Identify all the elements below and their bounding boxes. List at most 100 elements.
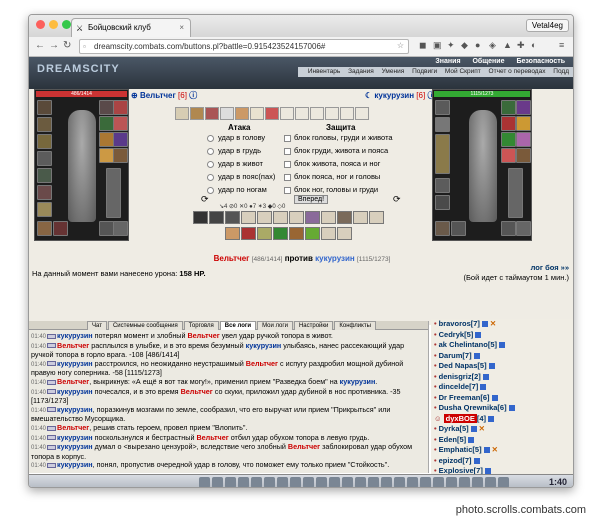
- refresh-icon[interactable]: ⟳: [201, 194, 209, 205]
- toolbar-icon[interactable]: [342, 477, 353, 487]
- scroll-slot[interactable]: [113, 116, 128, 131]
- extension-icon[interactable]: ◈: [489, 40, 496, 51]
- message-author[interactable]: кукурузин: [57, 359, 93, 368]
- toolbar-icon[interactable]: [355, 477, 366, 487]
- player-avatar[interactable]: [68, 110, 96, 222]
- ability-icon[interactable]: [289, 227, 304, 240]
- ability-icon[interactable]: [241, 227, 256, 240]
- defense-option[interactable]: блок головы, груди и живота: [284, 133, 393, 142]
- ability-icon[interactable]: [225, 227, 240, 240]
- scroll-slot[interactable]: [516, 100, 531, 115]
- menu-support[interactable]: Подд: [553, 68, 569, 75]
- tab-all-logs[interactable]: Все логи: [219, 321, 257, 330]
- user-row[interactable]: • Darum[7]: [431, 351, 573, 362]
- helmet-slot[interactable]: [37, 100, 52, 115]
- user-row[interactable]: • Explosive[7]: [431, 466, 573, 474]
- message-target[interactable]: Вельтчег: [181, 387, 213, 396]
- zoom-window-icon[interactable]: [62, 20, 71, 29]
- toolbar-icon[interactable]: [472, 477, 483, 487]
- ability-icon[interactable]: [257, 211, 272, 224]
- menu-my-script[interactable]: Мой Скрипт: [445, 68, 481, 75]
- message-target[interactable]: кукурузин: [340, 377, 376, 386]
- message-author[interactable]: кукурузин: [57, 460, 93, 470]
- toolbar-icon[interactable]: [225, 477, 236, 487]
- menu-feats[interactable]: Подвиги: [412, 68, 437, 75]
- message-target[interactable]: кукурузин: [246, 341, 282, 350]
- helmet-slot[interactable]: [435, 100, 450, 115]
- gloves-slot[interactable]: [53, 221, 68, 236]
- toolbar-icon[interactable]: [212, 477, 223, 487]
- info-icon[interactable]: [483, 447, 490, 454]
- scroll-slot[interactable]: [113, 132, 128, 147]
- user-row[interactable]: • Emphatic[5] ✕: [431, 445, 573, 456]
- refresh-icon[interactable]: ⟳: [393, 194, 401, 205]
- legs-slot[interactable]: [99, 221, 114, 236]
- toolbar-icon[interactable]: [498, 477, 509, 487]
- defense-option[interactable]: блок пояса, ног и головы: [284, 172, 380, 181]
- info-icon[interactable]: [491, 394, 498, 401]
- radio-button[interactable]: [207, 147, 214, 155]
- user-name[interactable]: Darum: [439, 351, 463, 360]
- extension-icon[interactable]: ✚: [517, 40, 525, 51]
- info-icon[interactable]: [468, 436, 475, 443]
- menu-transfer-report[interactable]: Отчет о переводах: [489, 68, 546, 75]
- toolbar-icon[interactable]: [251, 477, 262, 487]
- gamepad-icon[interactable]: ✦: [447, 40, 455, 51]
- scroll-slot[interactable]: [99, 116, 114, 131]
- player-name[interactable]: ⊕ Вельтчег [6] ⓘ: [131, 90, 197, 101]
- effect-icon[interactable]: [265, 107, 279, 120]
- ability-icon[interactable]: [257, 227, 272, 240]
- amulet-slot[interactable]: [37, 117, 52, 132]
- toolbar-icon[interactable]: [368, 477, 379, 487]
- effect-icon[interactable]: [295, 107, 309, 120]
- battle-log-link[interactable]: лог боя »»: [531, 263, 569, 272]
- effect-icon[interactable]: [280, 107, 294, 120]
- user-name[interactable]: denisgriz: [439, 372, 472, 381]
- user-row[interactable]: • ak Chelintano[5]: [431, 340, 573, 351]
- toolbar-icon[interactable]: [459, 477, 470, 487]
- extension-icon[interactable]: ▣: [433, 40, 442, 51]
- attack-option[interactable]: удар в живот: [207, 159, 263, 168]
- info-icon[interactable]: [470, 426, 477, 433]
- minimize-window-icon[interactable]: [49, 20, 58, 29]
- user-row[interactable]: • bravoros[7] ✕: [431, 319, 573, 330]
- scroll-slot[interactable]: [99, 132, 114, 147]
- scroll-slot[interactable]: [516, 148, 531, 163]
- effect-icon[interactable]: [235, 107, 249, 120]
- menu-inventory[interactable]: Инвентарь: [308, 68, 340, 75]
- profile-button[interactable]: Vetal4eg: [525, 19, 569, 32]
- toolbar-icon[interactable]: [407, 477, 418, 487]
- extension-icon[interactable]: ◼: [419, 40, 426, 51]
- info-icon[interactable]: [480, 384, 487, 391]
- user-name[interactable]: Ded Napas: [439, 361, 478, 370]
- user-name[interactable]: Cedryk: [439, 330, 464, 339]
- scroll-slot[interactable]: [501, 100, 516, 115]
- scroll-slot[interactable]: [99, 100, 114, 115]
- user-row[interactable]: • epizod[7]: [431, 456, 573, 467]
- armor-slot[interactable]: [37, 151, 52, 166]
- radio-button[interactable]: [207, 173, 214, 181]
- user-row[interactable]: • denisgriz[2]: [431, 372, 573, 383]
- url-field[interactable]: ▫ dreamscity.combats.com/buttons.pl?batt…: [79, 39, 409, 54]
- user-name[interactable]: Emphatic: [439, 445, 473, 454]
- message-author[interactable]: кукурузин: [57, 387, 93, 396]
- toolbar-icon[interactable]: [381, 477, 392, 487]
- boots-slot[interactable]: [37, 221, 52, 236]
- boots-slot[interactable]: [435, 221, 450, 236]
- info-icon[interactable]: [508, 405, 515, 412]
- menu-skills[interactable]: Умения: [382, 68, 405, 75]
- radio-button[interactable]: [207, 134, 214, 142]
- effect-icon[interactable]: [175, 107, 189, 120]
- message-target[interactable]: Вельтчег: [246, 359, 278, 368]
- browser-tab[interactable]: ⚔ Бойцовский клуб ×: [71, 18, 191, 37]
- effect-icon[interactable]: [220, 107, 234, 120]
- ability-icon[interactable]: [321, 211, 336, 224]
- ability-icon[interactable]: [273, 227, 288, 240]
- effect-icon[interactable]: [205, 107, 219, 120]
- shield-slot[interactable]: [106, 168, 121, 218]
- effect-icon[interactable]: [250, 107, 264, 120]
- defense-option[interactable]: блок живота, пояса и ног: [284, 159, 380, 168]
- bookmark-star-icon[interactable]: ☆: [397, 41, 404, 50]
- user-row[interactable]: • Cedryk[5]: [431, 330, 573, 341]
- info-icon[interactable]: [488, 363, 495, 370]
